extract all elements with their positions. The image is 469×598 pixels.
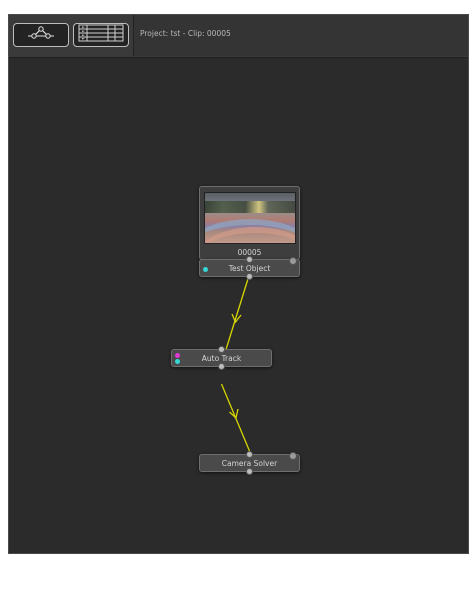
node-graph-canvas[interactable]: 00005 Test Object Auto Track Camera Solv… — [9, 58, 468, 553]
node-corner-icon — [289, 257, 297, 265]
camera-solver-node[interactable]: Camera Solver — [199, 451, 300, 475]
camera-solver-input-port[interactable] — [246, 451, 253, 458]
node-graph-button[interactable] — [13, 23, 69, 47]
camera-solver-node-label: Camera Solver — [221, 459, 278, 468]
project-info-text: Project: tst - Clip: 00005 — [140, 29, 231, 38]
wire-auto-track-to-camera-solver — [220, 383, 251, 452]
wire-arrow-3 — [229, 408, 239, 420]
node-corner-icon — [289, 452, 297, 460]
toolbar: Project: tst - Clip: 00005 — [9, 15, 468, 58]
test-object-input-port[interactable] — [246, 256, 253, 263]
auto-track-node[interactable]: Auto Track — [171, 346, 272, 370]
list-view-icon — [78, 24, 124, 46]
project-info-panel: Project: tst - Clip: 00005 — [133, 15, 468, 56]
camera-solver-output-port[interactable] — [246, 468, 253, 475]
clip-node[interactable]: 00005 — [199, 186, 300, 263]
list-view-button[interactable] — [73, 23, 129, 47]
wire-arrow-2 — [231, 313, 242, 324]
auto-track-output-port[interactable] — [218, 363, 225, 370]
auto-track-node-label: Auto Track — [201, 354, 242, 363]
auto-track-input-port[interactable] — [218, 346, 225, 353]
app-window: Project: tst - Clip: 00005 00005 Test Ob… — [8, 14, 469, 554]
test-object-node-label: Test Object — [228, 264, 271, 273]
test-object-node[interactable]: Test Object — [199, 256, 300, 280]
node-wires — [220, 218, 255, 452]
clip-thumbnail — [204, 192, 296, 244]
test-object-output-port[interactable] — [246, 273, 253, 280]
node-graph-icon — [26, 25, 56, 45]
